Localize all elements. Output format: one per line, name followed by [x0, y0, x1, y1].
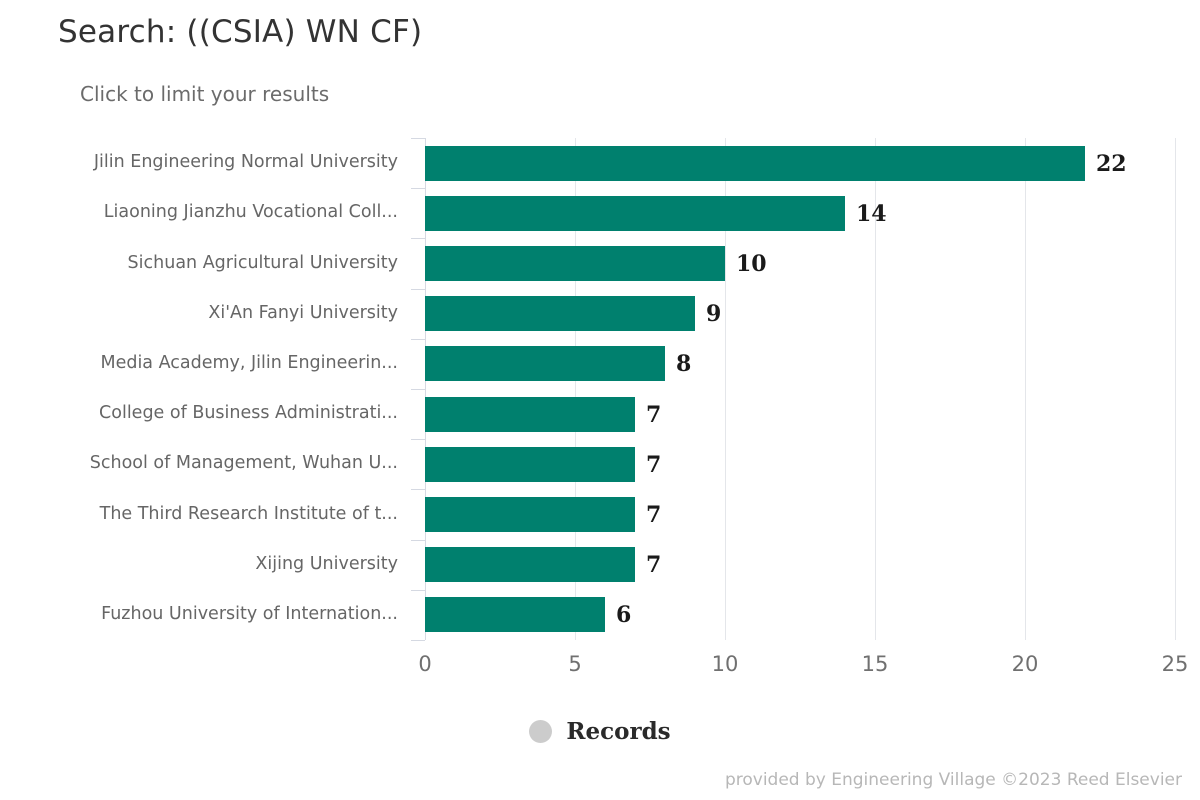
bar-value-label-6: 7 [646, 452, 662, 478]
category-label-4[interactable]: Media Academy, Jilin Engineerin... [0, 353, 398, 373]
y-axis-tick [411, 238, 425, 239]
gridline-25 [1175, 138, 1176, 640]
bar-3[interactable] [425, 296, 695, 331]
y-axis-tick [411, 289, 425, 290]
category-label-8[interactable]: Xijing University [0, 554, 398, 574]
y-axis-tick [411, 389, 425, 390]
circle-marker-icon [529, 720, 553, 743]
bar-chart-panel: Search: ((CSIA) WN CF) Click to limit yo… [0, 0, 1200, 800]
category-label-0[interactable]: Jilin Engineering Normal University [0, 152, 398, 172]
x-tick-label-15: 15 [861, 652, 889, 676]
y-axis-tick [411, 640, 425, 641]
category-label-1[interactable]: Liaoning Jianzhu Vocational Coll... [0, 202, 398, 222]
x-tick-label-20: 20 [1011, 652, 1039, 676]
bar-0[interactable] [425, 146, 1085, 181]
legend-label-records: Records [566, 718, 671, 745]
chart-legend: Records [0, 718, 1200, 745]
bar-8[interactable] [425, 547, 635, 582]
bar-value-label-5: 7 [646, 402, 662, 428]
x-tick-label-5: 5 [568, 652, 582, 676]
y-axis-tick [411, 439, 425, 440]
bar-4[interactable] [425, 346, 665, 381]
y-axis-tick [411, 590, 425, 591]
category-label-7[interactable]: The Third Research Institute of t... [0, 504, 398, 524]
category-label-6[interactable]: School of Management, Wuhan U... [0, 453, 398, 473]
page-title: Search: ((CSIA) WN CF) [58, 14, 423, 50]
attribution-footer: provided by Engineering Village ©2023 Re… [724, 770, 1182, 790]
bar-6[interactable] [425, 447, 635, 482]
bar-value-label-4: 8 [676, 351, 692, 377]
bar-2[interactable] [425, 246, 725, 281]
category-label-3[interactable]: Xi'An Fanyi University [0, 303, 398, 323]
x-tick-label-0: 0 [418, 652, 432, 676]
x-tick-label-25: 25 [1161, 652, 1189, 676]
y-axis-tick [411, 188, 425, 189]
bar-7[interactable] [425, 497, 635, 532]
bar-value-label-0: 22 [1096, 151, 1127, 177]
bar-value-label-2: 10 [736, 251, 767, 277]
bar-value-label-8: 7 [646, 552, 662, 578]
y-axis-tick [411, 339, 425, 340]
category-label-9[interactable]: Fuzhou University of Internation... [0, 604, 398, 624]
y-axis-tick [411, 138, 425, 139]
bar-1[interactable] [425, 196, 845, 231]
gridline-20 [1025, 138, 1026, 640]
category-label-5[interactable]: College of Business Administrati... [0, 403, 398, 423]
x-tick-label-10: 10 [711, 652, 739, 676]
category-label-2[interactable]: Sichuan Agricultural University [0, 253, 398, 273]
chart-subtitle: Click to limit your results [80, 82, 330, 106]
bar-5[interactable] [425, 397, 635, 432]
bar-value-label-7: 7 [646, 502, 662, 528]
bar-value-label-1: 14 [856, 201, 887, 227]
bar-9[interactable] [425, 597, 605, 632]
bar-value-label-3: 9 [706, 301, 722, 327]
bar-value-label-9: 6 [616, 602, 632, 628]
y-axis-tick [411, 489, 425, 490]
y-axis-tick [411, 540, 425, 541]
